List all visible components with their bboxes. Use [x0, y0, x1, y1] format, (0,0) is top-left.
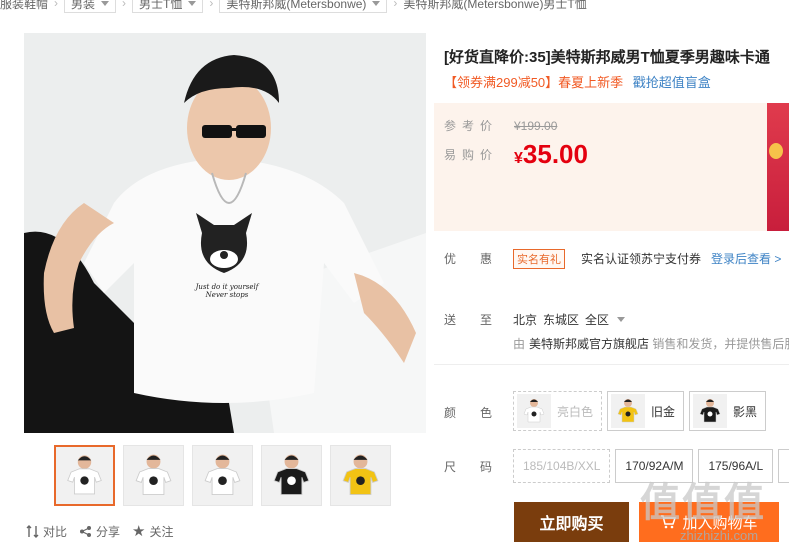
shirt-thumbnail-icon [193, 446, 252, 505]
breadcrumb-separator: › [54, 0, 59, 10]
seller-suffix: 销售和发货，并提供售后服 [652, 337, 789, 351]
shirt-thumbnail-icon [331, 446, 390, 505]
delivery-city: 北京 [513, 313, 538, 327]
color-swatch [693, 394, 728, 428]
model-photo [24, 33, 426, 433]
reference-price-label: 参考价 [444, 119, 499, 133]
current-price: ¥35.00 [514, 139, 588, 170]
thumbnail[interactable] [192, 445, 253, 506]
current-price-row: 易购价 ¥35.00 [444, 139, 588, 170]
seller-info: 由美特斯邦威官方旗舰店 销售和发货，并提供售后服 [513, 335, 789, 352]
shirt-thumbnail-icon [517, 394, 551, 428]
chevron-down-icon [101, 0, 110, 6]
watermark-logo: 值值值 [640, 481, 766, 525]
thumbnail[interactable] [54, 445, 115, 506]
breadcrumb-label: 男士T恤 [139, 0, 183, 11]
share-label: 分享 [96, 525, 121, 539]
product-main-image[interactable]: Just do it yourself Never stops [24, 33, 426, 433]
promo-banner[interactable] [767, 103, 789, 231]
color-options: 亮白色 旧金 影黑 [513, 391, 767, 431]
promo-blindbox-link[interactable]: 戳抢超值盲盒 [633, 75, 711, 90]
seller-prefix: 由 [513, 337, 526, 351]
delivery-district: 东城区 [543, 313, 580, 327]
follow-label: 关注 [149, 525, 174, 539]
star-icon: ★ [132, 523, 146, 540]
coupon-login-link[interactable]: 登录后查看 > [711, 250, 781, 267]
breadcrumb-separator: › [393, 0, 398, 10]
color-option[interactable]: 旧金 [607, 391, 685, 431]
chevron-down-icon [617, 317, 626, 322]
shirt-thumbnail-icon [693, 394, 728, 428]
current-price-label: 易购价 [444, 148, 499, 162]
shirt-thumbnail-icon [56, 447, 113, 504]
breadcrumb-dropdown-tshirt[interactable]: 男士T恤 [132, 0, 204, 13]
breadcrumb-separator: › [122, 0, 127, 10]
share-link[interactable]: 分享 [79, 523, 120, 540]
product-title: [好货直降价:35]美特斯邦威男T恤夏季男趣味卡通 [444, 49, 770, 66]
breadcrumb-label: 美特斯邦威(Metersbonwe)男士T恤 [403, 0, 587, 11]
shirt-print-line: Never stops [205, 291, 249, 299]
divider [434, 364, 789, 365]
size-row-label: 尺码 [444, 460, 517, 474]
shirt-thumbnail-icon [262, 446, 321, 505]
promo-coupon-text: 【领券满299减50】春夏上新季 [444, 75, 624, 90]
coupon-row-label: 优惠 [444, 252, 517, 266]
shirt-print-text: Just do it yourself Never stops [172, 283, 282, 299]
breadcrumb-label: 美特斯邦威(Metersbonwe) [226, 0, 367, 11]
thumbnail[interactable] [261, 445, 322, 506]
follow-link[interactable]: ★ 关注 [132, 523, 173, 540]
watermark-url: zhizhizhi.com [680, 528, 759, 543]
breadcrumb-dropdown-menswear[interactable]: 男装 [64, 0, 117, 13]
shirt-thumbnail-icon [611, 394, 646, 428]
reference-price: ¥199.00 [514, 118, 558, 133]
shirt-print-line: Just do it yourself [195, 283, 259, 291]
color-option-label: 影黑 [733, 404, 758, 419]
breadcrumb-current: 美特斯邦威(Metersbonwe)男士T恤 [403, 0, 586, 12]
color-row-label: 颜色 [444, 406, 517, 420]
delivery-location-selector[interactable]: 北京 东城区 全区 [513, 311, 626, 328]
thumbnail[interactable] [330, 445, 391, 506]
coupon-text: 实名认证领苏宁支付券 [581, 252, 702, 266]
breadcrumb-label: 男装 [71, 0, 96, 11]
color-option[interactable]: 影黑 [689, 391, 767, 431]
thumbnail[interactable] [123, 445, 184, 506]
coin-icon [769, 143, 783, 159]
price-currency: ¥ [514, 150, 523, 167]
color-option-label: 亮白色 [557, 404, 594, 419]
promo-line: 【领券满299减50】春夏上新季 戳抢超值盲盒 [444, 72, 711, 91]
delivery-area: 全区 [585, 313, 610, 327]
thumbnail-strip [54, 445, 391, 506]
buy-now-button[interactable]: 立即购买 [514, 502, 629, 542]
chevron-down-icon [188, 0, 197, 6]
compare-link[interactable]: 对比 [26, 523, 67, 540]
product-actions: 对比 分享 ★ 关注 [26, 523, 174, 540]
color-swatch [517, 394, 551, 428]
breadcrumb-label: 服装鞋帽 [0, 0, 49, 11]
size-option[interactable]: 1 [778, 449, 789, 483]
compare-label: 对比 [43, 525, 68, 539]
price-panel: 参考价 ¥199.00 易购价 ¥35.00 [434, 103, 789, 231]
chevron-down-icon [372, 0, 381, 6]
color-option[interactable]: 亮白色 [513, 391, 603, 431]
delivery-row-label: 送至 [444, 313, 517, 327]
color-option-label: 旧金 [651, 404, 676, 419]
breadcrumb-separator: › [209, 0, 214, 10]
size-option[interactable]: 185/104B/XXL [513, 449, 611, 483]
breadcrumb-item-home[interactable]: 服装鞋帽 [0, 0, 48, 12]
shirt-thumbnail-icon [124, 446, 183, 505]
reference-price-row: 参考价 ¥199.00 [444, 117, 557, 134]
compare-icon [26, 525, 39, 538]
share-icon [80, 526, 92, 537]
shop-link[interactable]: 美特斯邦威官方旗舰店 [529, 337, 649, 351]
breadcrumb: 服装鞋帽 › 男装 › 男士T恤 › 美特斯邦威(Metersbonwe) › … [0, 0, 789, 13]
color-swatch [611, 394, 646, 428]
coupon-tag: 实名有礼 [513, 249, 565, 269]
price-amount: 35.00 [522, 139, 588, 169]
breadcrumb-dropdown-brand[interactable]: 美特斯邦威(Metersbonwe) [219, 0, 388, 13]
